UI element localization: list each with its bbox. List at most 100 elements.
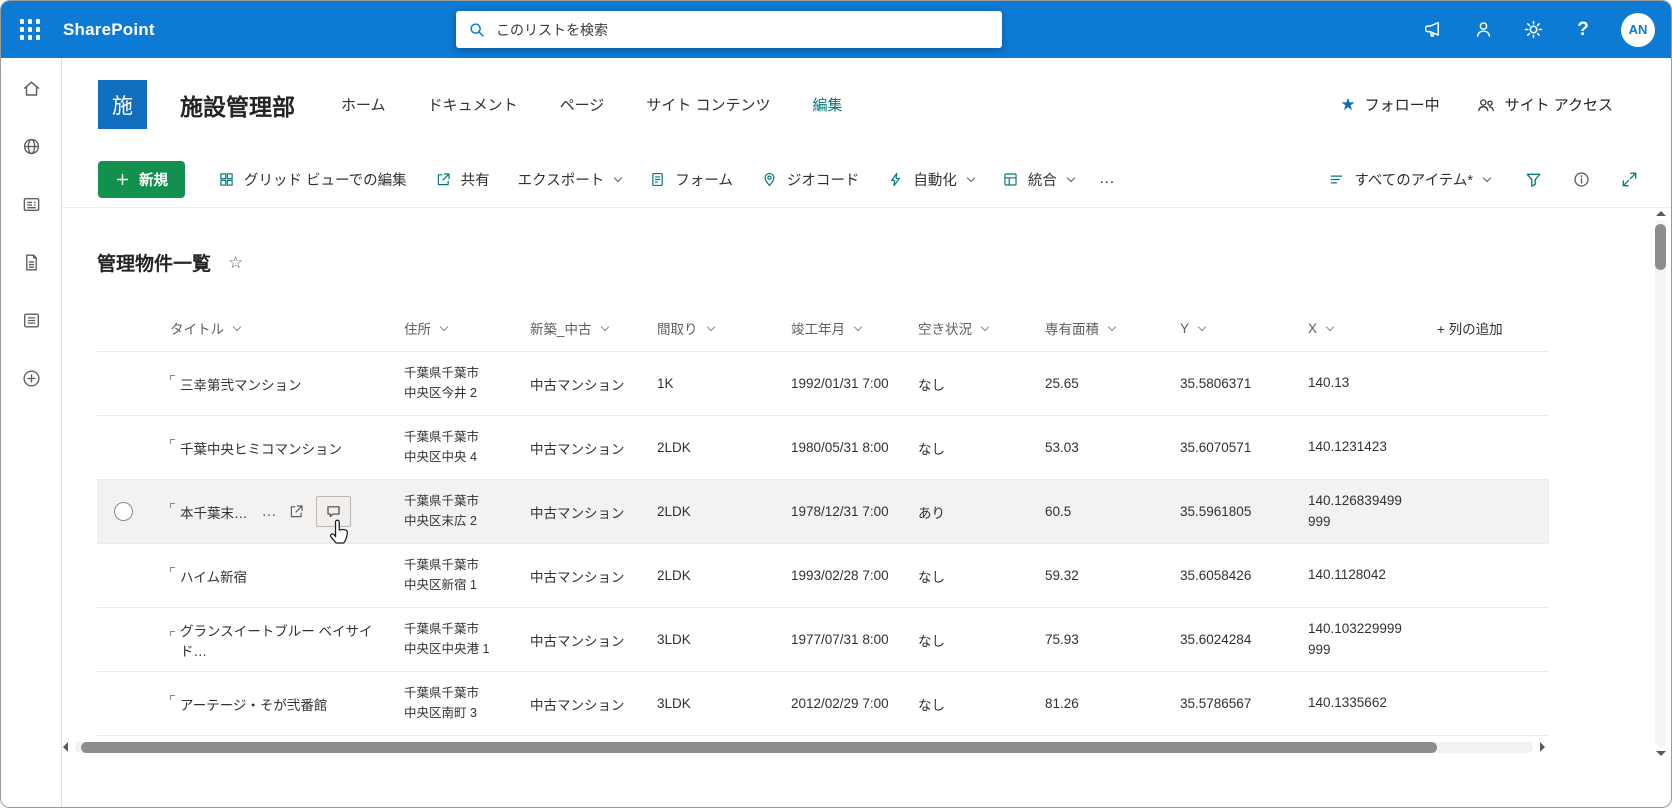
cell-title[interactable]: アーテージ・そが弐番館 (180, 694, 327, 714)
table-row[interactable]: 三幸第弐マンション 千葉県千葉市中央区今井 2 中古マンション 1K 1992/… (97, 352, 1549, 416)
forms-button[interactable]: フォーム (638, 161, 744, 198)
add-icon[interactable] (21, 368, 42, 389)
new-button[interactable]: 新規 (98, 161, 185, 198)
follow-label: フォロー中 (1365, 94, 1440, 115)
globe-icon[interactable] (21, 136, 42, 157)
feedback-icon[interactable] (1471, 18, 1495, 42)
cell-title[interactable]: 三幸第弐マンション (180, 374, 302, 394)
cell-type: 中古マンション (530, 438, 657, 458)
column-header-area[interactable]: 専有面積 (1045, 318, 1180, 338)
title-marker-icon (170, 631, 175, 636)
view-selector-button[interactable]: すべてのアイテム* (1317, 161, 1501, 198)
nav-edit[interactable]: 編集 (812, 94, 842, 115)
integrate-button[interactable]: 統合 (991, 161, 1085, 198)
cell-title[interactable]: グランスイートブルー ベイサイド… (180, 620, 392, 660)
column-label: タイトル (170, 318, 224, 338)
follow-button[interactable]: ★ フォロー中 (1340, 94, 1439, 115)
cell-type: 中古マンション (530, 374, 657, 394)
row-comment-button[interactable] (316, 496, 351, 527)
export-button[interactable]: エクスポート (507, 161, 633, 198)
column-label: 専有面積 (1045, 318, 1099, 338)
horizontal-scroll-thumb[interactable] (81, 742, 1437, 753)
column-header-layout[interactable]: 間取り (657, 318, 791, 338)
chevron-down-icon (1198, 322, 1206, 330)
home-icon[interactable] (21, 78, 42, 99)
chevron-down-icon (600, 322, 608, 330)
column-header-built[interactable]: 竣工年月 (791, 318, 918, 338)
cell-vacancy: なし (918, 630, 1045, 650)
share-button[interactable]: 共有 (424, 161, 501, 198)
grid-view-edit-button[interactable]: グリッド ビューでの編集 (207, 161, 418, 198)
row-more-button[interactable]: … (262, 503, 277, 520)
cell-y: 35.6070571 (1180, 440, 1308, 455)
column-header-type[interactable]: 新築_中古 (530, 318, 657, 338)
row-share-button[interactable] (288, 503, 305, 520)
list-icon[interactable] (21, 310, 42, 331)
more-commands-button[interactable]: … (1091, 161, 1124, 198)
geocode-button[interactable]: ジオコード (750, 161, 871, 198)
cell-address: 千葉県千葉市中央区新宿 1 (404, 556, 502, 595)
scroll-left-arrow-icon[interactable] (63, 742, 68, 752)
column-header-y[interactable]: Y (1180, 321, 1308, 336)
column-header-vacancy[interactable]: 空き状況 (918, 318, 1045, 338)
star-outline-icon[interactable]: ☆ (228, 253, 243, 273)
nav-pages[interactable]: ページ (560, 94, 605, 115)
automate-button[interactable]: 自動化 (876, 161, 985, 198)
avatar[interactable]: AN (1621, 13, 1655, 47)
vertical-scroll-thumb[interactable] (1655, 224, 1666, 270)
site-title[interactable]: 施設管理部 (180, 88, 295, 122)
horizontal-scroll-track[interactable] (75, 742, 1533, 753)
column-header-address[interactable]: 住所 (404, 318, 530, 338)
news-icon[interactable] (21, 194, 42, 215)
scroll-right-arrow-icon[interactable] (1540, 742, 1545, 752)
cell-address: 千葉県千葉市中央区今井 2 (404, 364, 502, 403)
site-access-button[interactable]: サイト アクセス (1476, 94, 1613, 115)
add-column-button[interactable]: + 列の追加 (1437, 318, 1549, 338)
settings-gear-icon[interactable] (1521, 18, 1545, 42)
filter-button[interactable] (1517, 163, 1549, 195)
comment-icon (325, 503, 342, 520)
waffle-icon (20, 19, 41, 40)
table-row[interactable]: 千葉中央ヒミコマンション 千葉県千葉市中央区中央 4 中古マンション 2LDK … (97, 416, 1549, 480)
cell-y: 35.6058426 (1180, 568, 1308, 583)
cell-x: 140.1128042 (1308, 565, 1420, 585)
document-icon[interactable] (21, 252, 42, 273)
fullscreen-button[interactable] (1613, 163, 1645, 195)
nav-site-contents[interactable]: サイト コンテンツ (646, 94, 770, 115)
column-header-x[interactable]: X (1308, 321, 1437, 336)
info-button[interactable] (1565, 163, 1597, 195)
search-input[interactable] (496, 22, 990, 38)
site-nav: ホーム ドキュメント ページ サイト コンテンツ 編集 (341, 94, 842, 115)
cell-layout: 2LDK (657, 504, 791, 519)
brand-label[interactable]: SharePoint (63, 20, 155, 40)
form-icon (649, 171, 666, 188)
row-select-radio[interactable] (114, 502, 133, 521)
table-row[interactable]: グランスイートブルー ベイサイド… 千葉県千葉市中央区中央港 1 中古マンション… (97, 608, 1549, 672)
nav-home[interactable]: ホーム (341, 94, 386, 115)
site-logo[interactable]: 施 (98, 80, 147, 129)
vertical-scroll-track[interactable] (1655, 220, 1666, 747)
cell-layout: 3LDK (657, 696, 791, 711)
share-icon (288, 503, 305, 520)
cell-area: 53.03 (1045, 440, 1180, 455)
cell-title[interactable]: 千葉中央ヒミコマンション (180, 438, 342, 458)
integrate-icon (1002, 171, 1019, 188)
table-row[interactable]: ハイム新宿 千葉県千葉市中央区新宿 1 中古マンション 2LDK 1993/02… (97, 544, 1549, 608)
table-row[interactable]: アーテージ・そが弐番館 千葉県千葉市中央区南町 3 中古マンション 3LDK 2… (97, 672, 1549, 736)
help-icon[interactable]: ? (1571, 18, 1595, 42)
command-bar-right: すべてのアイテム* (1317, 161, 1645, 198)
column-header-title[interactable]: タイトル (170, 318, 404, 338)
table-row-hovered[interactable]: 本千葉末… … 千葉県千葉市中央区末広 2 中古マンシ (97, 480, 1549, 544)
app-launcher-button[interactable] (1, 1, 59, 58)
share-label: 共有 (461, 169, 490, 190)
cell-title[interactable]: 本千葉末… (180, 502, 248, 522)
cell-title[interactable]: ハイム新宿 (180, 566, 247, 586)
chevron-down-icon (440, 322, 448, 330)
search-box[interactable] (456, 11, 1002, 48)
scroll-up-arrow-icon[interactable] (1656, 211, 1666, 216)
megaphone-icon[interactable] (1421, 18, 1445, 42)
app-bar (1, 58, 62, 807)
scroll-down-arrow-icon[interactable] (1656, 751, 1666, 756)
cell-built: 1992/01/31 7:00 (791, 376, 918, 391)
nav-documents[interactable]: ドキュメント (428, 94, 518, 115)
